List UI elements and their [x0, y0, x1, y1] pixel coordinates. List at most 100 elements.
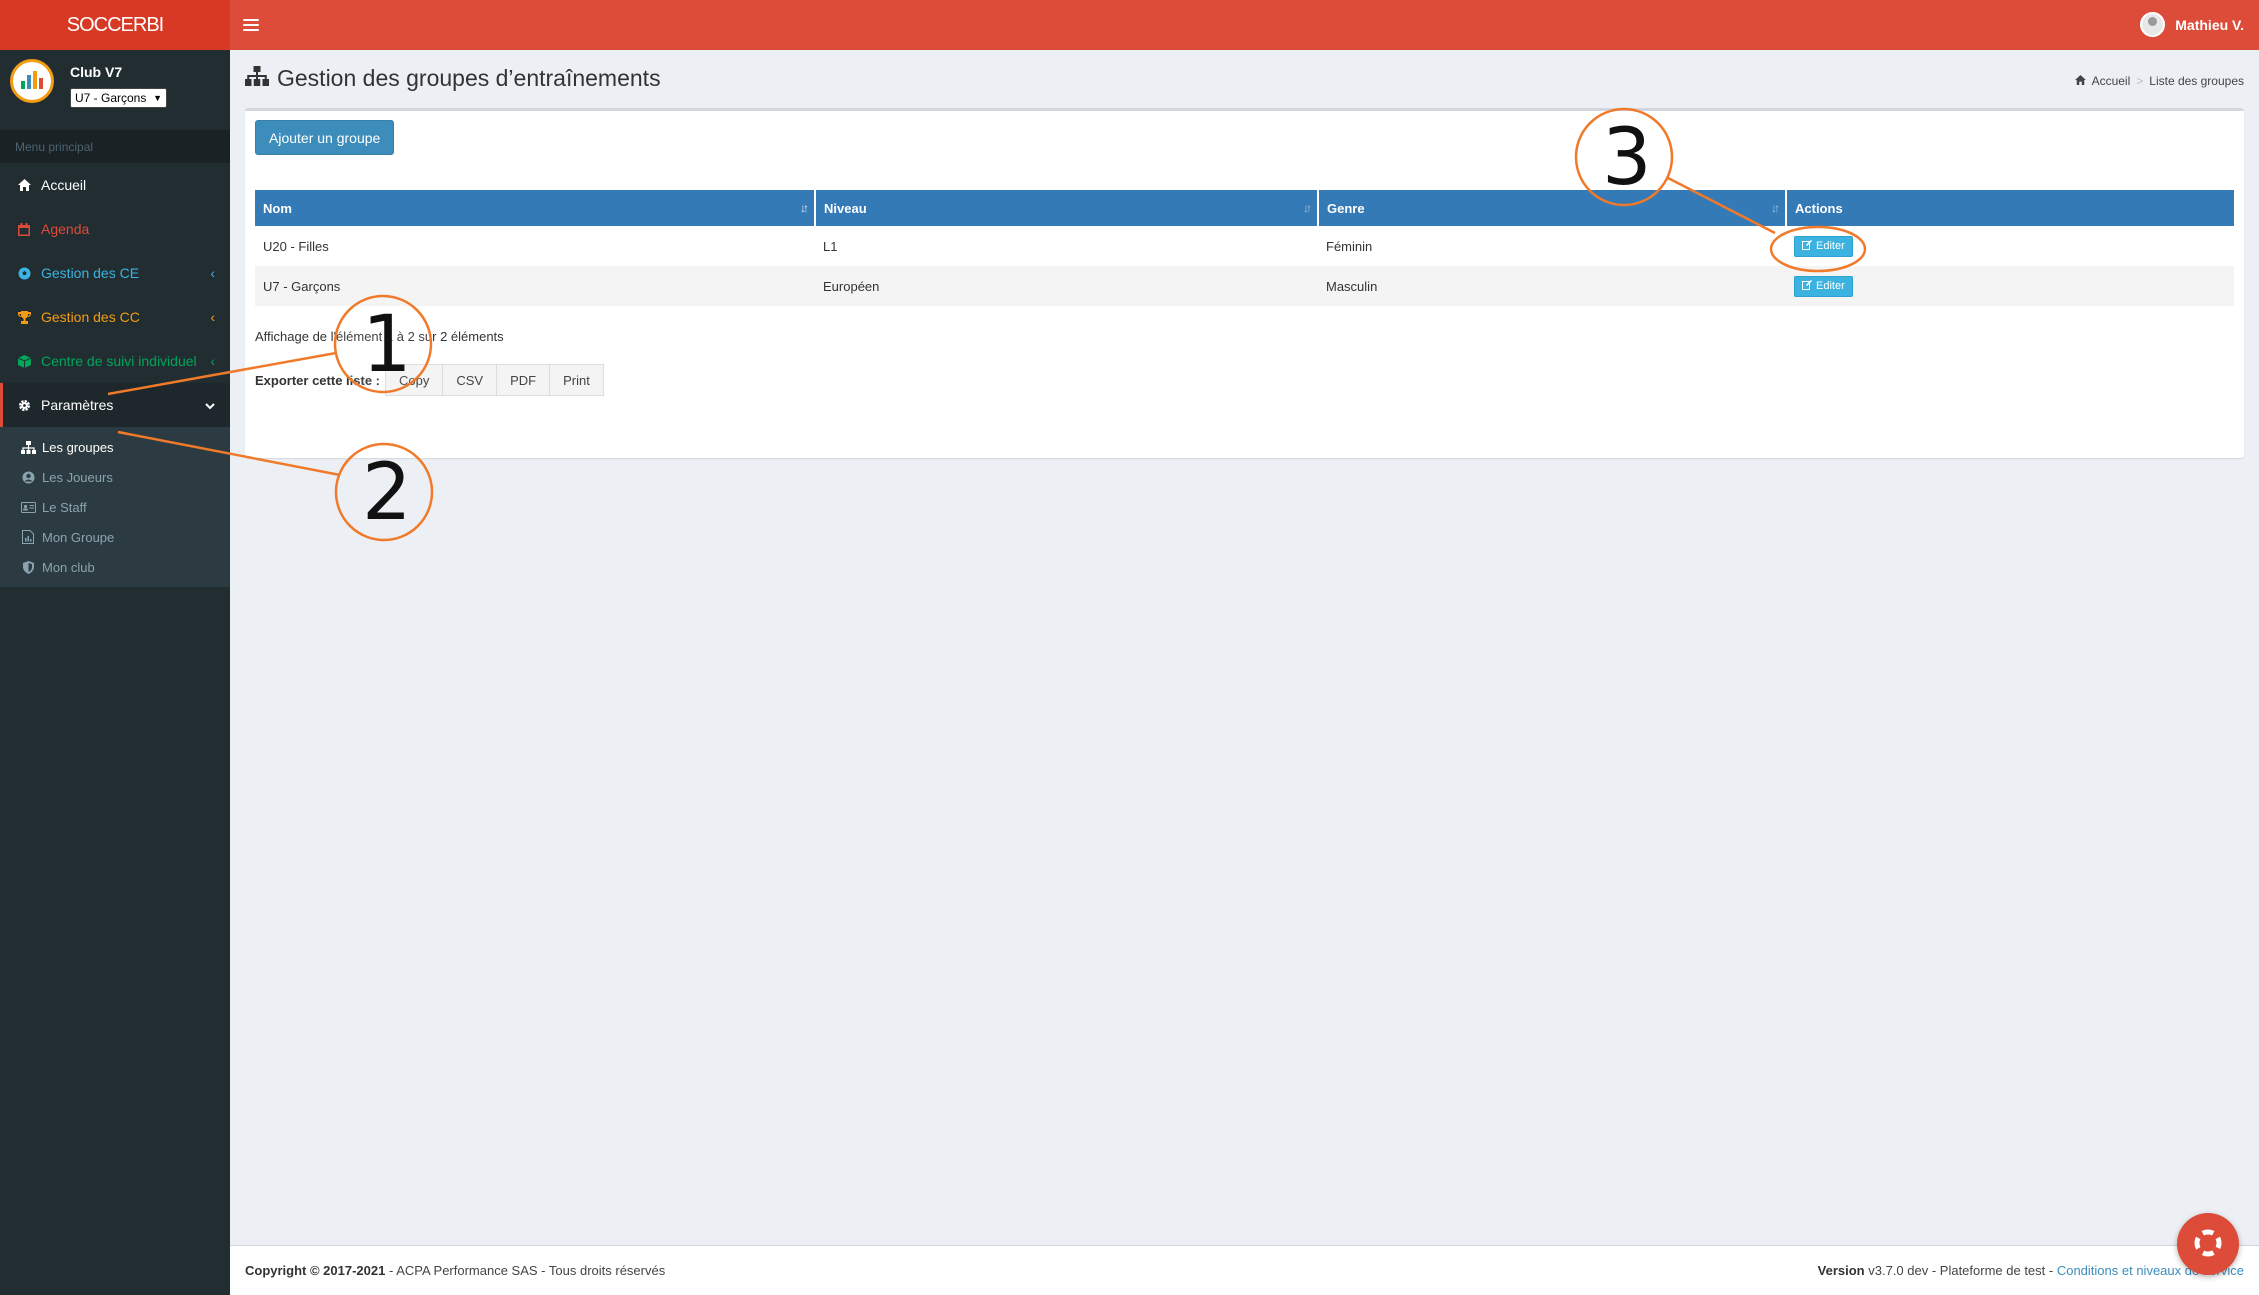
edit-button[interactable]: Editer — [1794, 235, 1853, 257]
content-wrapper: Gestion des groupes d’entraînements Accu… — [230, 50, 2259, 1245]
parametres-submenu: Les groupes Les Joueurs Le Staff Mon Gro… — [0, 427, 230, 587]
column-header-nom[interactable]: Nom ↓↑ — [255, 190, 816, 226]
copyright-text: - ACPA Performance SAS - Tous droits rés… — [385, 1263, 666, 1278]
trophy-icon — [17, 310, 31, 324]
sort-icon: ↓↑ — [1303, 201, 1312, 215]
export-toolbar: Exporter cette liste : Copy CSV PDF Prin… — [255, 364, 604, 396]
cell-genre: Masculin — [1318, 266, 1786, 306]
chevron-down-icon: ▼ — [153, 93, 162, 103]
shield-icon — [20, 560, 36, 574]
sidebar-toggle-icon[interactable] — [243, 14, 259, 36]
club-name: Club V7 — [70, 64, 123, 80]
breadcrumb-home-link[interactable]: Accueil — [2092, 74, 2131, 88]
export-copy-button[interactable]: Copy — [385, 364, 444, 396]
sidebar-item-accueil[interactable]: Accueil — [0, 163, 230, 207]
version-bold: Version — [1817, 1263, 1865, 1278]
chevron-down-icon — [205, 397, 215, 413]
export-pdf-button[interactable]: PDF — [496, 364, 551, 396]
version-text: v3.7.0 dev - Plateforme de test - — [1864, 1263, 2057, 1278]
edit-icon — [1802, 279, 1812, 293]
footer-copyright: Copyright © 2017-2021 - ACPA Performance… — [245, 1263, 665, 1278]
sidebar-item-label: Agenda — [41, 221, 90, 237]
column-header-actions: Actions — [1786, 190, 2234, 226]
cell-genre: Féminin — [1318, 226, 1786, 266]
user-name: Mathieu V. — [2175, 16, 2244, 33]
cell-actions: Editer — [1786, 266, 2234, 306]
breadcrumb-separator: > — [2136, 74, 2144, 88]
menu-header: Menu principal — [0, 130, 230, 163]
export-csv-button[interactable]: CSV — [442, 364, 498, 396]
submenu-item-mon-groupe[interactable]: Mon Groupe — [0, 522, 230, 552]
edit-button[interactable]: Editer — [1794, 275, 1853, 297]
submenu-item-label: Mon club — [42, 559, 95, 575]
user-menu[interactable]: Mathieu V. — [2140, 12, 2244, 37]
sitemap-icon — [245, 65, 269, 92]
column-header-niveau[interactable]: Niveau ↓↑ — [815, 190, 1319, 226]
column-header-label: Nom — [263, 200, 292, 216]
page-title: Gestion des groupes d’entraînements — [245, 65, 661, 92]
soccer-ball-icon — [17, 266, 31, 280]
breadcrumb-current: Liste des groupes — [2149, 74, 2244, 88]
user-circle-icon — [20, 470, 36, 484]
chevron-left-icon: ‹ — [210, 353, 215, 369]
calendar-icon — [17, 222, 31, 236]
avatar — [2140, 12, 2166, 37]
page-title-text: Gestion des groupes d’entraînements — [277, 65, 661, 91]
cell-niveau: Européen — [815, 266, 1318, 306]
sidebar-item-suivi-individuel[interactable]: Centre de suivi individuel ‹ — [0, 339, 230, 383]
top-navbar: SOCCERBI Mathieu V. — [0, 0, 2259, 50]
sidebar-item-agenda[interactable]: Agenda — [0, 207, 230, 251]
groups-box: Ajouter un groupe Nom ↓↑ Niveau ↓↑ Genre… — [245, 108, 2244, 458]
sidebar-item-label: Gestion des CE — [41, 265, 140, 281]
edit-button-label: Editer — [1816, 240, 1845, 252]
column-header-label: Actions — [1795, 200, 1843, 216]
table-header-row: Nom ↓↑ Niveau ↓↑ Genre ↓↑ Actions — [255, 190, 2234, 226]
sidebar-item-label: Centre de suivi individuel — [41, 353, 197, 369]
submenu-item-groupes[interactable]: Les groupes — [0, 432, 230, 462]
id-card-icon — [20, 500, 36, 514]
lifebuoy-icon — [2194, 1228, 2222, 1260]
edit-button-label: Editer — [1816, 280, 1845, 292]
column-header-genre[interactable]: Genre ↓↑ — [1318, 190, 1787, 226]
submenu-item-joueurs[interactable]: Les Joueurs — [0, 462, 230, 492]
submenu-item-label: Les Joueurs — [42, 469, 113, 485]
export-label: Exporter cette liste : — [255, 372, 380, 388]
sidebar-item-label: Gestion des CC — [41, 309, 140, 325]
submenu-item-mon-club[interactable]: Mon club — [0, 552, 230, 582]
team-select-value: U7 - Garçons — [75, 91, 147, 105]
sidebar-item-gestion-ce[interactable]: Gestion des CE ‹ — [0, 251, 230, 295]
cube-icon — [17, 354, 31, 368]
sitemap-icon — [20, 440, 36, 454]
submenu-item-staff[interactable]: Le Staff — [0, 492, 230, 522]
sort-icon: ↓↑ — [1771, 201, 1780, 215]
sidebar-item-gestion-cc[interactable]: Gestion des CC ‹ — [0, 295, 230, 339]
table-row: U20 - Filles L1 Féminin Editer — [255, 226, 2234, 266]
footer-version: Version v3.7.0 dev - Plateforme de test … — [1818, 1263, 2244, 1278]
gear-icon — [17, 398, 31, 412]
copyright-bold: Copyright © 2017-2021 — [245, 1263, 386, 1278]
export-print-button[interactable]: Print — [549, 364, 604, 396]
home-icon — [2074, 74, 2086, 88]
add-group-button[interactable]: Ajouter un groupe — [255, 120, 395, 155]
cell-niveau: L1 — [815, 226, 1318, 266]
sidebar-item-parametres[interactable]: Paramètres — [0, 383, 230, 427]
edit-icon — [1802, 239, 1812, 253]
sidebar-item-label: Paramètres — [41, 397, 114, 413]
club-panel: Club V7 U7 - Garçons ▼ — [0, 50, 230, 115]
sidebar: Club V7 U7 - Garçons ▼ Menu principal Ac… — [0, 50, 230, 1295]
submenu-item-label: Les groupes — [42, 439, 114, 455]
table-row: U7 - Garçons Européen Masculin Editer — [255, 266, 2234, 306]
sort-asc-icon: ↓↑ — [800, 201, 809, 215]
cell-nom: U20 - Filles — [255, 226, 815, 266]
groups-table: Nom ↓↑ Niveau ↓↑ Genre ↓↑ Actions U20 - … — [255, 190, 2234, 306]
app-logo[interactable]: SOCCERBI — [0, 0, 230, 50]
sidebar-item-label: Accueil — [41, 177, 87, 193]
column-header-label: Niveau — [824, 200, 867, 216]
column-header-label: Genre — [1327, 200, 1365, 216]
breadcrumb: Accueil > Liste des groupes — [2074, 74, 2244, 88]
chevron-left-icon: ‹ — [210, 309, 215, 325]
home-icon — [17, 178, 31, 192]
team-select[interactable]: U7 - Garçons ▼ — [70, 88, 167, 108]
help-button[interactable] — [2177, 1213, 2239, 1275]
submenu-item-label: Le Staff — [42, 499, 87, 515]
